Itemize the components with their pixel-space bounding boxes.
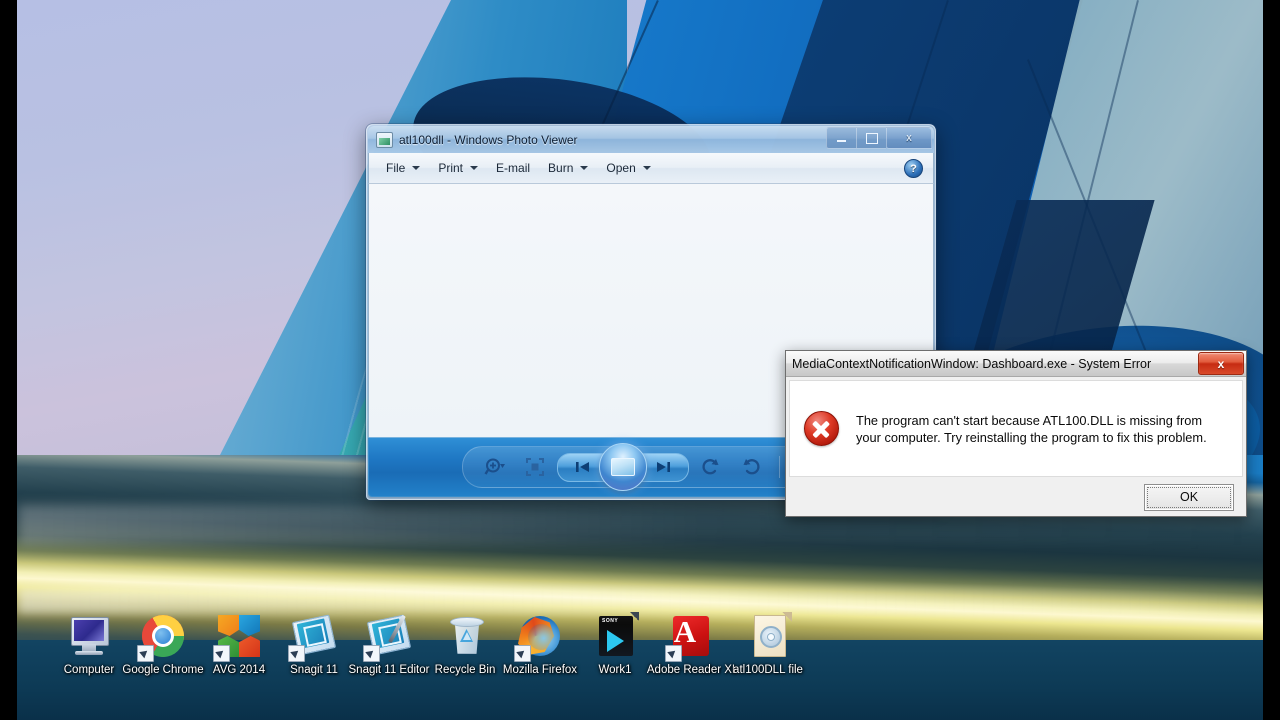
error-message: The program can't start because ATL100.D…	[856, 412, 1207, 445]
system-error-dialog[interactable]: MediaContextNotificationWindow: Dashboar…	[785, 350, 1247, 517]
error-dialog-close-button[interactable]: x	[1198, 352, 1244, 375]
shortcut-arrow-icon	[213, 645, 230, 662]
chevron-down-icon	[470, 166, 479, 170]
slideshow-icon	[610, 458, 635, 476]
screen: atl100dll - Windows Photo Viewer x File …	[0, 0, 1280, 720]
snagit-editor-icon	[363, 612, 413, 662]
rotate-clockwise-button[interactable]	[733, 452, 769, 482]
shortcut-arrow-icon	[514, 645, 531, 662]
avg-icon	[213, 612, 263, 662]
play-slideshow-button[interactable]	[598, 443, 647, 491]
next-icon	[656, 462, 670, 472]
letterbox-bar-left	[0, 0, 17, 720]
video-file-icon: SONY	[591, 612, 639, 660]
menu-label: Burn	[548, 161, 574, 175]
menu-item-burn[interactable]: Burn	[539, 158, 597, 178]
recycle-bin-icon	[441, 612, 489, 660]
chevron-down-icon	[412, 166, 421, 170]
menu-item-email[interactable]: E-mail	[487, 158, 539, 178]
photo-viewer-window[interactable]: atl100dll - Windows Photo Viewer x File …	[366, 124, 1247, 517]
maximize-icon	[865, 132, 878, 144]
wallpaper-highlight	[17, 588, 1263, 614]
menu-label: File	[386, 161, 406, 175]
nav-group	[556, 443, 689, 491]
adobe-reader-icon: A	[665, 612, 715, 662]
ok-button[interactable]: OK	[1144, 483, 1234, 511]
shortcut-arrow-icon	[137, 645, 154, 662]
minimize-icon	[837, 140, 846, 142]
error-icon	[804, 411, 839, 446]
error-dialog-body: The program can't start because ATL100.D…	[789, 380, 1243, 477]
error-dialog-titlebar[interactable]: MediaContextNotificationWindow: Dashboar…	[786, 351, 1246, 377]
computer-icon	[65, 612, 113, 660]
photo-viewer-titlebar[interactable]: atl100dll - Windows Photo Viewer x	[368, 126, 934, 153]
dll-file-icon	[744, 612, 792, 660]
photo-viewer-title: atl100dll - Windows Photo Viewer	[399, 132, 578, 147]
rotate-ccw-icon	[702, 459, 718, 475]
menu-label: Open	[606, 161, 636, 175]
shortcut-arrow-icon	[363, 645, 380, 662]
firefox-icon	[514, 612, 564, 662]
menu-item-print[interactable]: Print	[429, 158, 487, 178]
desktop-icon-row: Computer Google Chrome AVG 2014 Snagit 1…	[0, 612, 1280, 720]
previous-icon	[575, 462, 589, 472]
photo-viewer-icon	[376, 131, 393, 148]
letterbox-bar-right	[1263, 0, 1280, 720]
chevron-down-icon	[580, 166, 589, 170]
fit-to-window-icon	[525, 458, 544, 476]
zoom-icon	[483, 458, 505, 475]
shortcut-arrow-icon	[665, 645, 682, 662]
minimize-button[interactable]	[826, 127, 856, 149]
snagit-icon	[288, 612, 338, 662]
photo-viewer-menubar: File Print E-mail Burn Open ?	[368, 153, 934, 184]
error-dialog-title: MediaContextNotificationWindow: Dashboar…	[792, 356, 1152, 371]
menu-item-file[interactable]: File	[377, 158, 429, 178]
menu-label: Print	[438, 161, 464, 175]
error-dialog-footer: OK	[786, 480, 1246, 514]
toolbar-separator	[778, 456, 780, 478]
desktop-icon-atl100dll-file[interactable]: atl100DLL file	[720, 612, 816, 677]
desktop-icon-label: atl100DLL file	[733, 664, 803, 676]
zoom-button[interactable]	[477, 452, 513, 482]
actual-size-button[interactable]	[517, 452, 553, 482]
maximize-button[interactable]	[856, 127, 886, 149]
help-icon[interactable]: ?	[904, 159, 923, 178]
menu-label: E-mail	[496, 161, 531, 175]
rotate-cw-icon	[743, 459, 759, 475]
chrome-icon	[137, 612, 187, 662]
shortcut-arrow-icon	[288, 645, 305, 662]
chevron-down-icon	[642, 166, 651, 170]
rotate-counterclockwise-button[interactable]	[693, 452, 729, 482]
close-button[interactable]: x	[886, 127, 932, 149]
window-controls: x	[826, 127, 932, 149]
menu-item-open[interactable]: Open	[597, 158, 659, 178]
toolbar-pill	[461, 443, 841, 491]
